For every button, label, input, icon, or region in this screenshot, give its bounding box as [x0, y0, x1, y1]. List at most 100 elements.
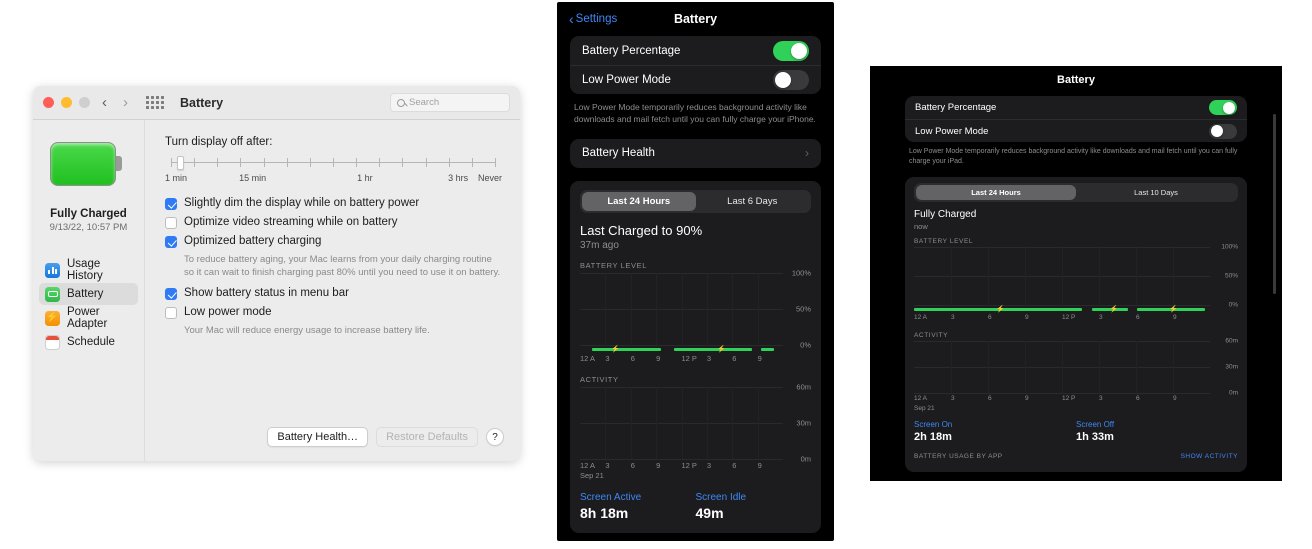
battery-icon [45, 286, 60, 302]
scrollbar[interactable] [1273, 114, 1276, 294]
activity-bars [580, 387, 783, 459]
slider-knob[interactable] [177, 156, 184, 170]
battery-percentage-toggle[interactable] [773, 40, 809, 61]
battery-health-button[interactable]: Battery Health… [267, 427, 369, 447]
charging-bolt-icon: ⚡ [717, 345, 727, 353]
checkbox-label: Optimized battery charging [184, 235, 322, 247]
last-charged-title: Fully Charged [914, 209, 977, 221]
checkbox-menu-bar-status[interactable] [165, 287, 177, 300]
back-button[interactable]: ‹ [98, 95, 111, 110]
row-label: Battery Percentage [582, 44, 681, 57]
time-range-segmented-control[interactable]: Last 24 Hours Last 6 Days [580, 189, 811, 213]
y-tick-label: 0% [1228, 301, 1238, 309]
segment-last-10-days[interactable]: Last 10 Days [1076, 185, 1236, 200]
charging-segment [761, 347, 774, 351]
battery-usage-card: Last 24 Hours Last 6 Days Last Charged t… [570, 180, 821, 533]
row-battery-health[interactable]: Battery Health › [570, 139, 821, 168]
charging-bolt-icon: ⚡ [995, 306, 1005, 314]
checkbox-label: Show battery status in menu bar [184, 286, 349, 299]
mac-footer-buttons: Battery Health… Restore Defaults ? [267, 427, 504, 447]
y-tick-label: 60m [796, 382, 811, 392]
x-tick-label: 12 A [914, 314, 928, 322]
x-tick-label: 12 A [914, 395, 928, 403]
sidebar-item-label: Schedule [67, 336, 115, 348]
search-icon [397, 98, 405, 107]
y-tick-label: 60m [1225, 337, 1238, 345]
battery-percentage-toggle[interactable] [1209, 100, 1237, 115]
sidebar-list: Usage History Battery ⚡ Power Adapter Sc… [33, 258, 144, 353]
iphone-battery-screen: ‹ Settings Battery Battery Percentage Lo… [557, 2, 834, 541]
time-range-segmented-control[interactable]: Last 24 Hours Last 10 Days [914, 183, 1238, 203]
checkbox-optimize-video[interactable] [165, 217, 177, 229]
activity-section-label: ACTIVITY [914, 332, 949, 340]
close-button[interactable] [43, 97, 54, 108]
x-tick-label: 12 P [1062, 395, 1076, 403]
low-power-mode-toggle[interactable] [1209, 123, 1237, 139]
sidebar-item-power-adapter[interactable]: ⚡ Power Adapter [39, 306, 138, 330]
segment-last-24-hours[interactable]: Last 24 Hours [582, 191, 696, 211]
page-title: Battery [673, 12, 718, 26]
checkbox-row-low-power-mode[interactable]: Low power mode [165, 306, 502, 319]
stat-label: Screen Off [1076, 420, 1115, 430]
battery-level-section-label: BATTERY LEVEL [580, 260, 647, 270]
checkbox-row-dim-display[interactable]: Slightly dim the display while on batter… [165, 197, 502, 210]
x-tick-label: 3 [1099, 395, 1103, 403]
x-tick-label: 12 A [580, 353, 596, 363]
stat-value: 1h 33m [1076, 431, 1114, 444]
show-activity-link[interactable]: SHOW ACTIVITY [1181, 453, 1238, 460]
screenshot-stage: ‹ › Battery Search Fully Charged 9/13/22… [0, 0, 1312, 549]
search-input[interactable]: Search [390, 93, 510, 112]
battery-timestamp: 9/13/22, 10:57 PM [49, 222, 128, 233]
battery-toggles-card: Battery Percentage Low Power Mode [905, 96, 1247, 142]
checkbox-row-menu-bar-status[interactable]: Show battery status in menu bar [165, 287, 502, 300]
x-tick-label: 6 [988, 314, 992, 322]
zoom-button[interactable] [79, 97, 90, 108]
forward-button[interactable]: › [119, 95, 132, 110]
row-low-power-mode[interactable]: Low Power Mode [905, 119, 1247, 142]
x-tick-label: 6 [732, 353, 737, 363]
checkbox-low-power-mode[interactable] [165, 306, 177, 319]
battery-health-card[interactable]: Battery Health › [570, 138, 821, 168]
sidebar-item-usage-history[interactable]: Usage History [39, 258, 138, 282]
mac-battery-preferences-window: ‹ › Battery Search Fully Charged 9/13/22… [33, 86, 520, 461]
charging-segment [592, 347, 662, 351]
mac-main-pane: Turn display off after: 1 min 15 min 1 h… [145, 120, 520, 461]
x-tick-label: 3 [605, 460, 610, 470]
x-tick-label: 12 P [1062, 314, 1076, 322]
charging-bolt-icon: ⚡ [611, 345, 620, 353]
x-tick-label: 12 P [681, 460, 697, 470]
segment-last-24-hours[interactable]: Last 24 Hours [916, 185, 1076, 201]
x-tick-label: 3 [951, 395, 955, 403]
help-button[interactable]: ? [486, 428, 504, 446]
stat-value: 2h 18m [914, 431, 952, 444]
optimized-charging-help: To reduce battery aging, your Mac learns… [184, 254, 501, 278]
row-battery-percentage[interactable]: Battery Percentage [570, 36, 821, 65]
display-sleep-slider[interactable] [165, 156, 502, 170]
x-tick-label: 9 [1025, 395, 1029, 403]
restore-defaults-button[interactable]: Restore Defaults [376, 427, 478, 447]
y-tick-label: 30m [796, 418, 811, 428]
x-tick-label: 9 [1173, 314, 1177, 322]
x-tick-label: 3 [1099, 314, 1103, 322]
checkbox-dim-display[interactable] [165, 198, 177, 210]
low-power-mode-help: Your Mac will reduce energy usage to inc… [184, 324, 430, 336]
sidebar-item-battery[interactable]: Battery [39, 283, 138, 305]
checkbox-row-optimize-video[interactable]: Optimize video streaming while on batter… [165, 216, 502, 229]
checkbox-optimized-charging[interactable] [165, 236, 177, 248]
ipad-activity-chart: 0m 30m 60m 12 A 3 6 9 12 P 3 6 9 Sep 21 [914, 337, 1238, 412]
show-all-grid-icon[interactable] [146, 96, 164, 109]
battery-status-block: Fully Charged 9/13/22, 10:57 PM [33, 208, 144, 233]
checkbox-row-optimized-charging[interactable]: Optimized battery charging [165, 235, 502, 248]
segment-last-6-days[interactable]: Last 6 Days [696, 192, 810, 211]
sidebar-item-schedule[interactable]: Schedule [39, 331, 138, 353]
slider-label: 1 hr [357, 173, 373, 183]
iphone-content: Battery Percentage Low Power Mode Low Po… [557, 36, 834, 533]
y-tick-label: 50% [795, 304, 811, 314]
row-battery-percentage[interactable]: Battery Percentage [905, 96, 1247, 119]
minimize-button[interactable] [61, 97, 72, 108]
window-title: Battery [180, 95, 224, 110]
row-low-power-mode[interactable]: Low Power Mode [570, 65, 821, 94]
low-power-mode-toggle[interactable] [773, 70, 809, 90]
page-title: Battery [1057, 74, 1095, 86]
slider-label: 15 min [239, 173, 267, 183]
